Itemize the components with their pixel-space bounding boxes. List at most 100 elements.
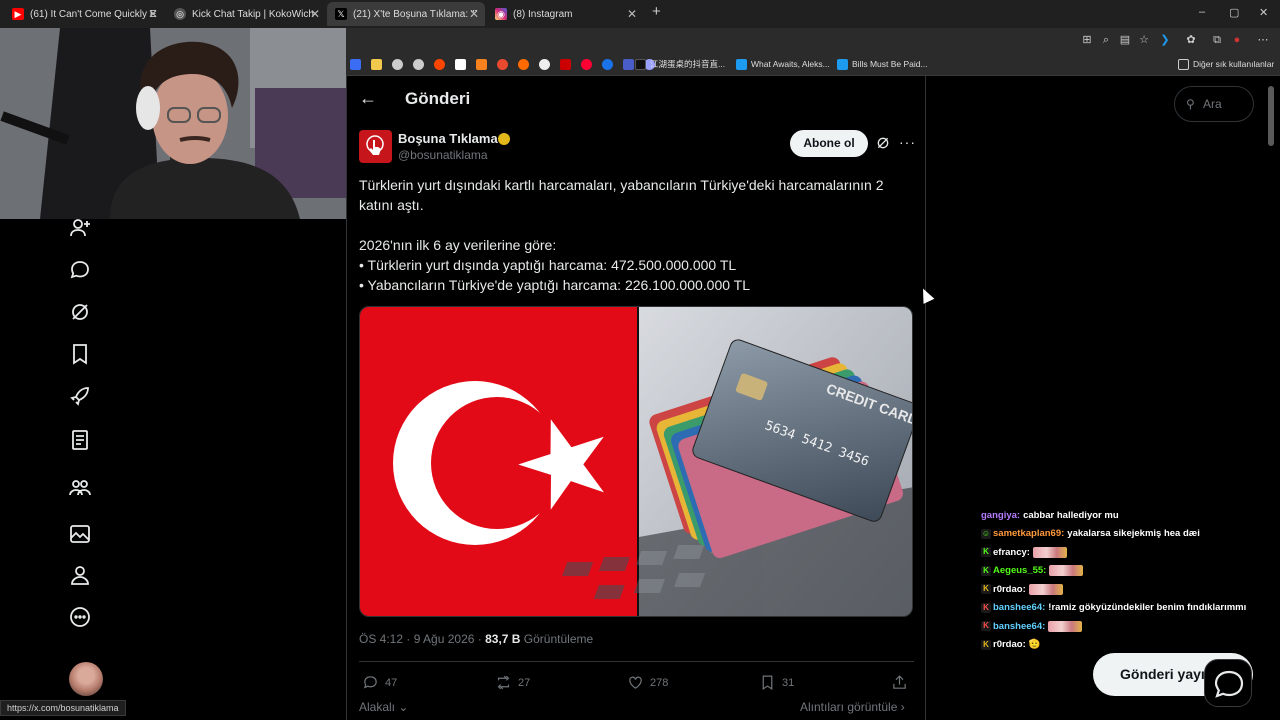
chat-username[interactable]: banshee64:	[993, 602, 1045, 613]
bookmark-icon[interactable]	[68, 342, 92, 366]
other-bookmarks[interactable]: Diğer sık kullanılanlar	[1178, 57, 1274, 71]
search-input[interactable]: ⚲ Ara	[1174, 86, 1254, 122]
browser-tab-bar: ▶ (61) It Can't Come Quickly Enough ✕ ◎ …	[0, 0, 1280, 28]
like-button[interactable]: 278	[627, 674, 668, 691]
new-tab-button[interactable]: +	[652, 3, 661, 20]
bookmark-favicon[interactable]	[434, 57, 449, 71]
view-quotes-label: Alıntıları görüntüle	[800, 700, 898, 714]
bookmark-favicon[interactable]	[581, 57, 596, 71]
chat-emote-image	[1049, 565, 1084, 577]
minimize-button[interactable]: –	[1199, 6, 1205, 18]
post-image[interactable]: 5634 5412 3456 CREDIT CARD	[359, 306, 913, 617]
chat-username[interactable]: r0rdao:	[993, 639, 1026, 650]
bookmark-favicon[interactable]	[350, 57, 365, 71]
chat-username[interactable]: banshee64:	[993, 621, 1045, 632]
tab-x-post[interactable]: 𝕏 (21) X'te Boşuna Tıklama: "Türklerin ✕	[327, 2, 485, 26]
chat-username[interactable]: Aegeus_55:	[993, 565, 1046, 576]
grok-icon[interactable]	[68, 300, 92, 324]
zoom-icon[interactable]: ⌕	[1099, 33, 1113, 47]
bookmark-button[interactable]: 31	[759, 674, 794, 691]
bookmark-what-awaits[interactable]: What Awaits, Aleks...	[736, 57, 830, 71]
flag-and-credit-cards-image: 5634 5412 3456 CREDIT CARD	[360, 307, 912, 616]
back-arrow-icon[interactable]: ←	[359, 88, 377, 109]
sort-label: Alakalı	[359, 700, 396, 714]
chat-badge-icon: K	[981, 621, 991, 632]
more-circle-icon[interactable]	[68, 605, 92, 629]
close-icon[interactable]: ✕	[469, 7, 479, 21]
profile-icon[interactable]: ●	[1230, 33, 1244, 47]
share-button[interactable]	[891, 674, 914, 691]
bookmark-favicon[interactable]	[497, 57, 512, 71]
chat-username[interactable]: gangiya:	[981, 510, 1020, 521]
sort-dropdown[interactable]: Alakalı ⌄	[359, 700, 408, 714]
copilot-icon[interactable]: ❯	[1158, 33, 1172, 47]
bookmark-favicon[interactable]	[518, 57, 533, 71]
maximize-button[interactable]: ▢	[1229, 6, 1239, 19]
extensions-icon[interactable]: ✿	[1184, 33, 1198, 47]
author-handle[interactable]: @bosunatiklama	[398, 148, 488, 162]
close-icon[interactable]: ✕	[627, 7, 637, 21]
author-avatar[interactable]	[359, 130, 392, 163]
author-name[interactable]: Boşuna Tıklama	[398, 131, 498, 146]
instagram-icon: ◉	[495, 8, 507, 20]
menu-icon[interactable]: ⋯	[1256, 33, 1270, 47]
views-label: Görüntüleme	[520, 632, 594, 646]
bookmark-douyin[interactable]: 江湖蛋桌的抖音直...	[635, 57, 725, 71]
chat-emote-image	[1048, 620, 1083, 632]
chat-username[interactable]: sametkaplan69:	[993, 528, 1064, 539]
tab-youtube[interactable]: ▶ (61) It Can't Come Quickly Enough ✕	[4, 2, 164, 26]
grid-icon[interactable]: ⊞	[1080, 33, 1094, 47]
collections-icon[interactable]: ⧉	[1210, 33, 1224, 47]
chat-text: yakalarsa sikejekmiş hea dæi	[1067, 528, 1200, 540]
view-quotes-link[interactable]: Alıntıları görüntüle ›	[800, 700, 905, 714]
repost-button[interactable]: 27	[495, 674, 530, 691]
bookmark-favicon[interactable]	[455, 57, 470, 71]
tab-label: (61) It Can't Come Quickly Enough	[30, 8, 156, 20]
tab-kick-chat[interactable]: ◎ Kick Chat Takip | KokoWich ✕	[166, 2, 326, 26]
chat-bubble-icon[interactable]	[68, 258, 92, 282]
close-window-button[interactable]: ✕	[1259, 6, 1268, 19]
profile-icon[interactable]	[68, 563, 92, 587]
chevron-down-icon: ⌄	[398, 700, 409, 714]
close-icon[interactable]: ✕	[310, 7, 320, 21]
chat-badge-icon: K	[981, 639, 991, 650]
media-icon[interactable]	[68, 522, 92, 546]
subscribe-button[interactable]: Abone ol	[790, 130, 868, 157]
repost-icon	[497, 675, 510, 690]
grok-chat-button[interactable]	[1204, 659, 1252, 707]
bookmark-favicon[interactable]	[371, 57, 386, 71]
pointer-hand-icon	[366, 135, 384, 155]
bookmark-favicon[interactable]	[602, 57, 617, 71]
chat-username[interactable]: r0rdao:	[993, 584, 1026, 595]
bookmark-label: 江湖蛋桌的抖音直...	[650, 59, 726, 69]
scrollbar[interactable]	[1268, 86, 1274, 146]
bookmark-favicon[interactable]	[560, 57, 575, 71]
reader-icon[interactable]: ▤	[1118, 33, 1132, 47]
chat-username[interactable]: efrancy:	[993, 547, 1030, 558]
youtube-icon: ▶	[12, 8, 24, 20]
chat-badge-icon: K	[981, 602, 991, 613]
add-user-icon[interactable]	[68, 216, 92, 240]
communities-icon[interactable]	[68, 476, 92, 500]
account-avatar[interactable]	[69, 662, 103, 696]
favorite-star-icon[interactable]: ☆	[1137, 33, 1151, 47]
search-placeholder: Ara	[1203, 97, 1222, 111]
bookmark-favicon[interactable]	[413, 57, 428, 71]
lists-icon[interactable]	[68, 428, 92, 452]
grok-icon[interactable]	[875, 135, 891, 151]
view-count: 83,7 B	[485, 632, 521, 646]
chat-badge-icon: ☺	[981, 528, 991, 539]
chat-badge-icon: K	[981, 565, 991, 576]
like-count: 278	[650, 676, 669, 689]
bookmark-label: Bills Must Be Paid...	[852, 59, 928, 69]
bookmark-favicon[interactable]	[539, 57, 554, 71]
reply-button[interactable]: 47	[362, 674, 397, 691]
tab-instagram[interactable]: ◉ (8) Instagram ✕	[487, 2, 643, 26]
more-options-icon[interactable]: ···	[899, 134, 916, 150]
close-icon[interactable]: ✕	[148, 7, 158, 21]
bookmark-favicon[interactable]	[476, 57, 491, 71]
bookmark-bills[interactable]: Bills Must Be Paid...	[837, 57, 928, 71]
bookmark-favicon[interactable]	[392, 57, 407, 71]
post-timestamp[interactable]: ÖS 4:12 · 9 Ağu 2026 ·	[359, 632, 485, 646]
rocket-icon[interactable]	[68, 384, 92, 408]
